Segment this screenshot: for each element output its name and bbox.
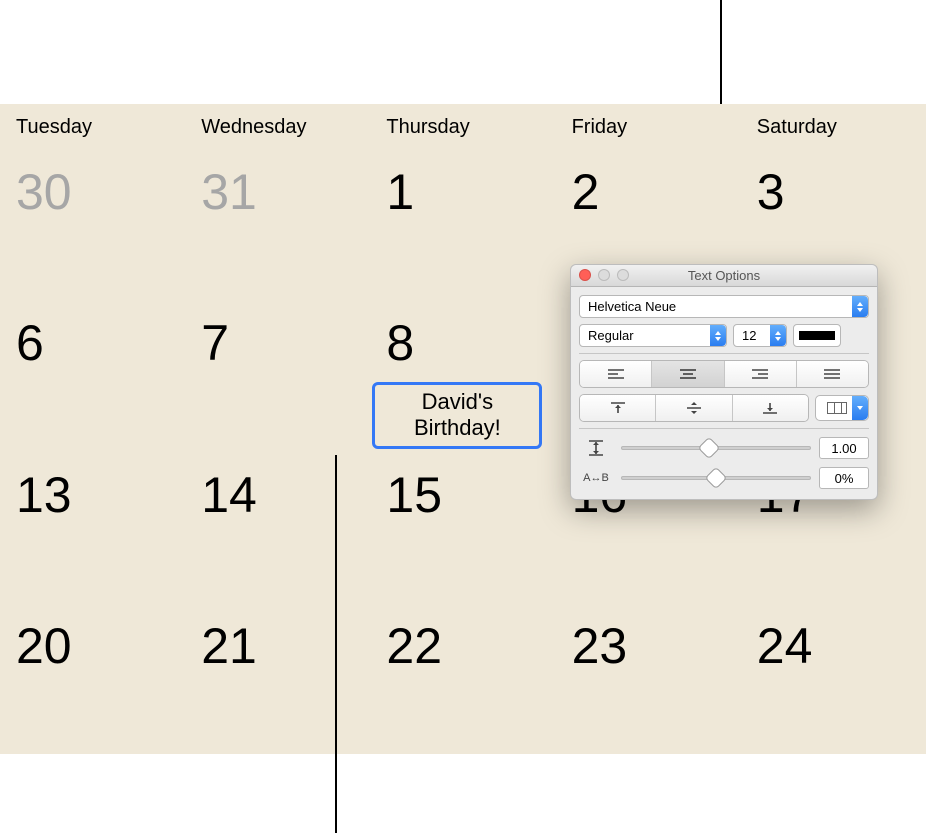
- dropdown-arrow-icon: [852, 396, 868, 420]
- align-right-icon: [751, 368, 769, 380]
- selected-text-box[interactable]: David's Birthday!: [372, 382, 542, 449]
- valign-middle-icon: [686, 401, 702, 415]
- slider-thumb[interactable]: [697, 437, 720, 460]
- font-style-select[interactable]: Regular: [579, 324, 727, 347]
- day-cell[interactable]: 8 David's Birthday!: [370, 300, 555, 451]
- minimize-button[interactable]: [598, 269, 610, 281]
- day-number: 3: [757, 164, 785, 220]
- text-color-swatch[interactable]: [793, 324, 841, 347]
- day-number: 8: [386, 315, 414, 371]
- day-cell[interactable]: 13: [0, 452, 185, 603]
- day-number: 31: [201, 164, 257, 220]
- color-preview: [799, 331, 835, 340]
- vertical-align-group: [579, 394, 809, 422]
- day-cell[interactable]: 7: [185, 300, 370, 451]
- dropdown-stepper-icon: [710, 325, 726, 346]
- day-number: 23: [572, 618, 628, 674]
- day-cell[interactable]: 24: [741, 603, 926, 754]
- day-number: 13: [16, 467, 72, 523]
- window-controls: [579, 269, 629, 281]
- valign-top-icon: [610, 401, 626, 415]
- day-number: 24: [757, 618, 813, 674]
- align-center-button[interactable]: [652, 361, 724, 387]
- day-number: 14: [201, 467, 257, 523]
- day-header: Saturday: [741, 104, 926, 149]
- day-number: 6: [16, 315, 44, 371]
- day-header: Wednesday: [185, 104, 370, 149]
- callout-line-bottom: [335, 455, 337, 833]
- event-text: Birthday!: [414, 415, 501, 440]
- align-justify-button[interactable]: [797, 361, 868, 387]
- panel-titlebar[interactable]: Text Options: [571, 265, 877, 287]
- columns-button[interactable]: [815, 395, 869, 421]
- line-height-slider[interactable]: [621, 439, 811, 457]
- panel-title: Text Options: [688, 268, 760, 283]
- align-justify-icon: [823, 368, 841, 380]
- day-cell[interactable]: 14: [185, 452, 370, 603]
- day-header: Friday: [556, 104, 741, 149]
- valign-top-button[interactable]: [580, 395, 656, 421]
- day-number: 7: [201, 315, 229, 371]
- align-right-button[interactable]: [725, 361, 797, 387]
- day-cell[interactable]: 22: [370, 603, 555, 754]
- day-number: 20: [16, 618, 72, 674]
- day-cell[interactable]: 20: [0, 603, 185, 754]
- day-number: 22: [386, 618, 442, 674]
- line-height-icon: [579, 439, 613, 457]
- slider-thumb[interactable]: [705, 467, 728, 490]
- day-header: Thursday: [370, 104, 555, 149]
- panel-body: Helvetica Neue Regular 12: [571, 287, 877, 499]
- close-button[interactable]: [579, 269, 591, 281]
- font-size-value: 12: [742, 328, 756, 343]
- horizontal-align-group: [579, 360, 869, 388]
- day-cell[interactable]: 23: [556, 603, 741, 754]
- divider: [579, 353, 869, 354]
- tracking-icon: A↔B: [579, 472, 613, 484]
- font-family-value: Helvetica Neue: [588, 299, 676, 314]
- day-header: Tuesday: [0, 104, 185, 149]
- valign-bottom-icon: [762, 401, 778, 415]
- zoom-button[interactable]: [617, 269, 629, 281]
- day-number: 30: [16, 164, 72, 220]
- day-number: 15: [386, 467, 442, 523]
- day-number: 2: [572, 164, 600, 220]
- dropdown-stepper-icon: [770, 325, 786, 346]
- align-center-icon: [679, 368, 697, 380]
- valign-bottom-button[interactable]: [733, 395, 808, 421]
- day-number: 21: [201, 618, 257, 674]
- align-left-button[interactable]: [580, 361, 652, 387]
- dropdown-stepper-icon: [852, 296, 868, 317]
- day-cell[interactable]: 31: [185, 149, 370, 300]
- columns-icon: [827, 402, 847, 414]
- day-number: 1: [386, 164, 414, 220]
- event-text: David's: [422, 389, 493, 414]
- font-style-value: Regular: [588, 328, 634, 343]
- divider: [579, 428, 869, 429]
- day-cell[interactable]: 30: [0, 149, 185, 300]
- day-cell[interactable]: 1: [370, 149, 555, 300]
- valign-middle-button[interactable]: [656, 395, 732, 421]
- font-family-select[interactable]: Helvetica Neue: [579, 295, 869, 318]
- day-cell[interactable]: 21: [185, 603, 370, 754]
- font-size-select[interactable]: 12: [733, 324, 787, 347]
- text-options-panel: Text Options Helvetica Neue Regular 12: [570, 264, 878, 500]
- day-cell[interactable]: 6: [0, 300, 185, 451]
- align-left-icon: [607, 368, 625, 380]
- day-cell[interactable]: 15: [370, 452, 555, 603]
- tracking-slider[interactable]: [621, 469, 811, 487]
- tracking-value[interactable]: 0%: [819, 467, 869, 489]
- line-height-value[interactable]: 1.00: [819, 437, 869, 459]
